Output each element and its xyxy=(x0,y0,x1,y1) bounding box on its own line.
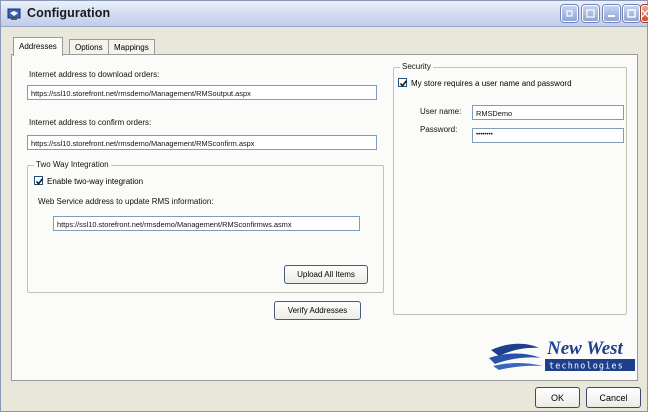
verify-addresses-button[interactable]: Verify Addresses xyxy=(274,301,361,320)
minimize-button[interactable] xyxy=(603,5,620,22)
confirm-address-input[interactable]: https://ssl10.storefront.net/rmsdemo/Man… xyxy=(27,135,377,150)
upload-all-items-button[interactable]: Upload All Items xyxy=(284,265,368,284)
ok-button[interactable]: OK xyxy=(535,387,580,408)
restore-button[interactable] xyxy=(582,5,599,22)
download-address-label: Internet address to download orders: xyxy=(29,70,160,79)
cancel-button[interactable]: Cancel xyxy=(586,387,641,408)
requires-login-row[interactable]: My store requires a user name and passwo… xyxy=(398,78,572,88)
enable-two-way-row[interactable]: Enable two-way integration xyxy=(34,176,143,186)
service-address-label: Web Service address to update RMS inform… xyxy=(38,197,214,206)
help-icon xyxy=(566,10,573,17)
download-address-input[interactable]: https://ssl10.storefront.net/rmsdemo/Man… xyxy=(27,85,377,100)
logo-main-text: New West xyxy=(546,338,624,359)
tab-mappings[interactable]: Mappings xyxy=(108,39,155,55)
checkmark-icon xyxy=(35,178,44,186)
security-group-title: Security xyxy=(400,62,433,71)
maximize-button[interactable] xyxy=(623,5,640,22)
service-address-input[interactable]: https://ssl10.storefront.net/rmsdemo/Man… xyxy=(53,216,360,231)
confirm-address-label: Internet address to confirm orders: xyxy=(29,118,152,127)
password-input[interactable]: •••••••• xyxy=(472,128,624,143)
minimize-icon xyxy=(608,15,615,17)
requires-login-label: My store requires a user name and passwo… xyxy=(411,79,572,88)
restore-icon xyxy=(586,9,595,18)
security-group: Security My store requires a user name a… xyxy=(393,62,627,315)
tab-options[interactable]: Options xyxy=(69,39,109,55)
logo-sub-text: technologies xyxy=(549,361,624,371)
close-icon xyxy=(642,9,648,18)
tab-addresses[interactable]: Addresses xyxy=(13,37,63,56)
requires-login-checkbox[interactable] xyxy=(398,78,408,88)
app-icon xyxy=(7,8,21,20)
enable-two-way-checkbox[interactable] xyxy=(34,176,44,186)
username-input[interactable]: RMSDemo xyxy=(472,105,624,120)
two-way-group-title: Two Way Integration xyxy=(34,160,111,169)
new-west-technologies-logo: New West technologies xyxy=(489,338,635,371)
maximize-icon xyxy=(627,9,636,18)
configuration-window: Configuration Addresses Options Mappings… xyxy=(0,0,648,412)
enable-two-way-label: Enable two-way integration xyxy=(47,177,144,186)
two-way-integration-group: Two Way Integration Enable two-way integ… xyxy=(27,160,384,293)
username-label: User name: xyxy=(420,107,462,116)
close-button[interactable] xyxy=(641,5,648,22)
window-title: Configuration xyxy=(27,6,111,20)
checkmark-icon xyxy=(399,80,408,88)
password-label: Password: xyxy=(420,125,458,134)
title-bar[interactable]: Configuration xyxy=(1,1,648,27)
help-button[interactable] xyxy=(561,5,578,22)
